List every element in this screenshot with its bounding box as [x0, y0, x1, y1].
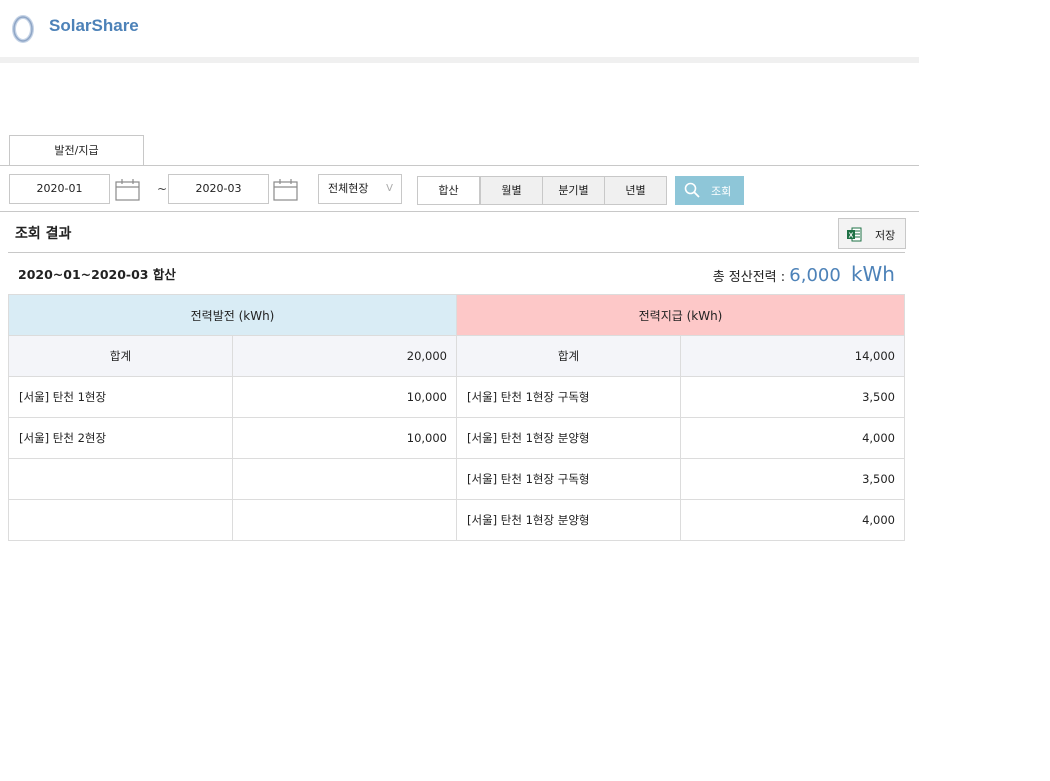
tab-divider — [0, 165, 919, 166]
search-button[interactable]: 조회 — [675, 176, 744, 205]
date-to-input[interactable]: 2020-03 — [168, 174, 269, 204]
generation-site-name — [8, 499, 233, 541]
site-select-value: 전체현장 — [328, 182, 369, 195]
period-button-monthly[interactable]: 월별 — [480, 176, 543, 205]
app-logo-text[interactable]: SolarShare — [49, 16, 139, 36]
payment-site-name: [서울] 탄천 1현장 구독형 — [456, 458, 681, 500]
calendar-icon[interactable] — [273, 178, 299, 202]
payment-header: 전력지급 (kWh) — [456, 294, 905, 336]
table-row: [서울] 탄천 1현장 분양형 4,000 — [8, 499, 905, 541]
save-button-label: 저장 — [875, 230, 896, 242]
payment-site-value: 3,500 — [680, 458, 905, 500]
date-range-separator: ~ — [157, 182, 168, 196]
date-from-input[interactable]: 2020-01 — [9, 174, 110, 204]
ring-logo-icon — [12, 15, 34, 43]
period-button-quarterly[interactable]: 분기별 — [542, 176, 605, 205]
tab-generation-payment[interactable]: 발전/지급 — [9, 135, 144, 166]
settlement-table: 전력발전 (kWh) 전력지급 (kWh) 합계 20,000 합계 14,00… — [8, 294, 905, 541]
results-divider — [8, 252, 905, 253]
period-button-total[interactable]: 합산 — [417, 176, 480, 205]
total-value: 6,000 — [789, 265, 841, 286]
period-summary: 2020~01~2020-03 합산 — [18, 267, 176, 282]
excel-icon: X — [847, 227, 862, 242]
total-unit: kWh — [850, 262, 895, 286]
header-divider — [0, 57, 919, 63]
table-row: [서울] 탄천 1현장 10,000 [서울] 탄천 1현장 구독형 3,500 — [8, 376, 905, 418]
generation-site-value — [232, 458, 457, 500]
generation-sum-label: 합계 — [8, 335, 233, 377]
payment-site-value: 4,000 — [680, 499, 905, 541]
table-row: [서울] 탄천 1현장 구독형 3,500 — [8, 458, 905, 500]
chevron-down-icon: V — [386, 183, 393, 194]
generation-site-name — [8, 458, 233, 500]
generation-site-value: 10,000 — [232, 376, 457, 418]
payment-site-value: 4,000 — [680, 417, 905, 459]
table-row: [서울] 탄천 2현장 10,000 [서울] 탄천 1현장 분양형 4,000 — [8, 417, 905, 459]
period-button-yearly[interactable]: 년별 — [604, 176, 667, 205]
search-button-label: 조회 — [711, 186, 732, 198]
generation-site-value — [232, 499, 457, 541]
sum-row: 합계 20,000 합계 14,000 — [8, 335, 905, 377]
payment-sum-label: 합계 — [456, 335, 681, 377]
calendar-icon[interactable] — [115, 178, 141, 202]
svg-text:X: X — [849, 233, 854, 240]
site-select[interactable]: 전체현장 V — [318, 174, 402, 204]
save-excel-button[interactable]: X 저장 — [838, 218, 906, 249]
payment-site-name: [서울] 탄천 1현장 분양형 — [456, 417, 681, 459]
generation-header: 전력발전 (kWh) — [8, 294, 457, 336]
payment-sum-value: 14,000 — [680, 335, 905, 377]
payment-site-value: 3,500 — [680, 376, 905, 418]
filter-divider — [0, 211, 919, 212]
magnifier-icon — [684, 182, 700, 198]
payment-site-name: [서울] 탄천 1현장 분양형 — [456, 499, 681, 541]
generation-site-name: [서울] 탄천 1현장 — [8, 376, 233, 418]
results-title: 조회 결과 — [15, 226, 72, 242]
payment-site-name: [서울] 탄천 1현장 구독형 — [456, 376, 681, 418]
app-header: SolarShare — [0, 0, 919, 57]
total-label: 총 정산전력 : — [712, 270, 786, 285]
generation-site-value: 10,000 — [232, 417, 457, 459]
generation-sum-value: 20,000 — [232, 335, 457, 377]
generation-site-name: [서울] 탄천 2현장 — [8, 417, 233, 459]
total-settlement: 총 정산전력 : 6,000 kWh — [713, 262, 895, 286]
